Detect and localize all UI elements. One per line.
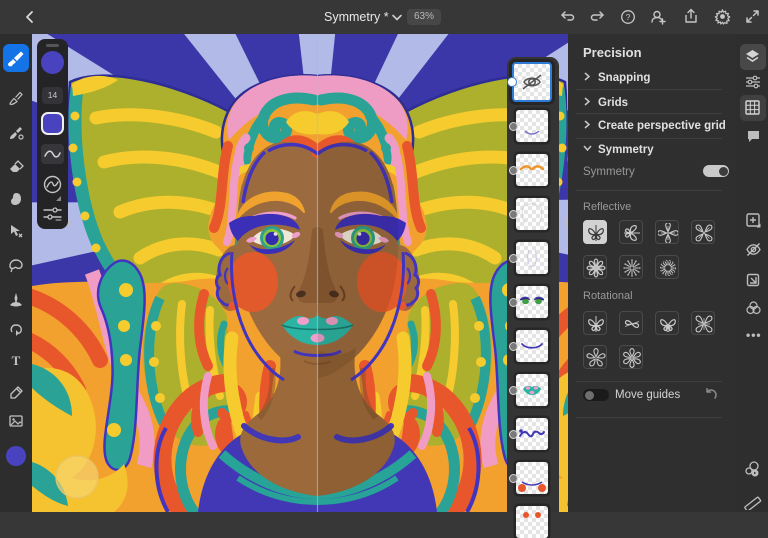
svg-text:T: T <box>12 353 21 368</box>
svg-text:?: ? <box>626 12 631 22</box>
